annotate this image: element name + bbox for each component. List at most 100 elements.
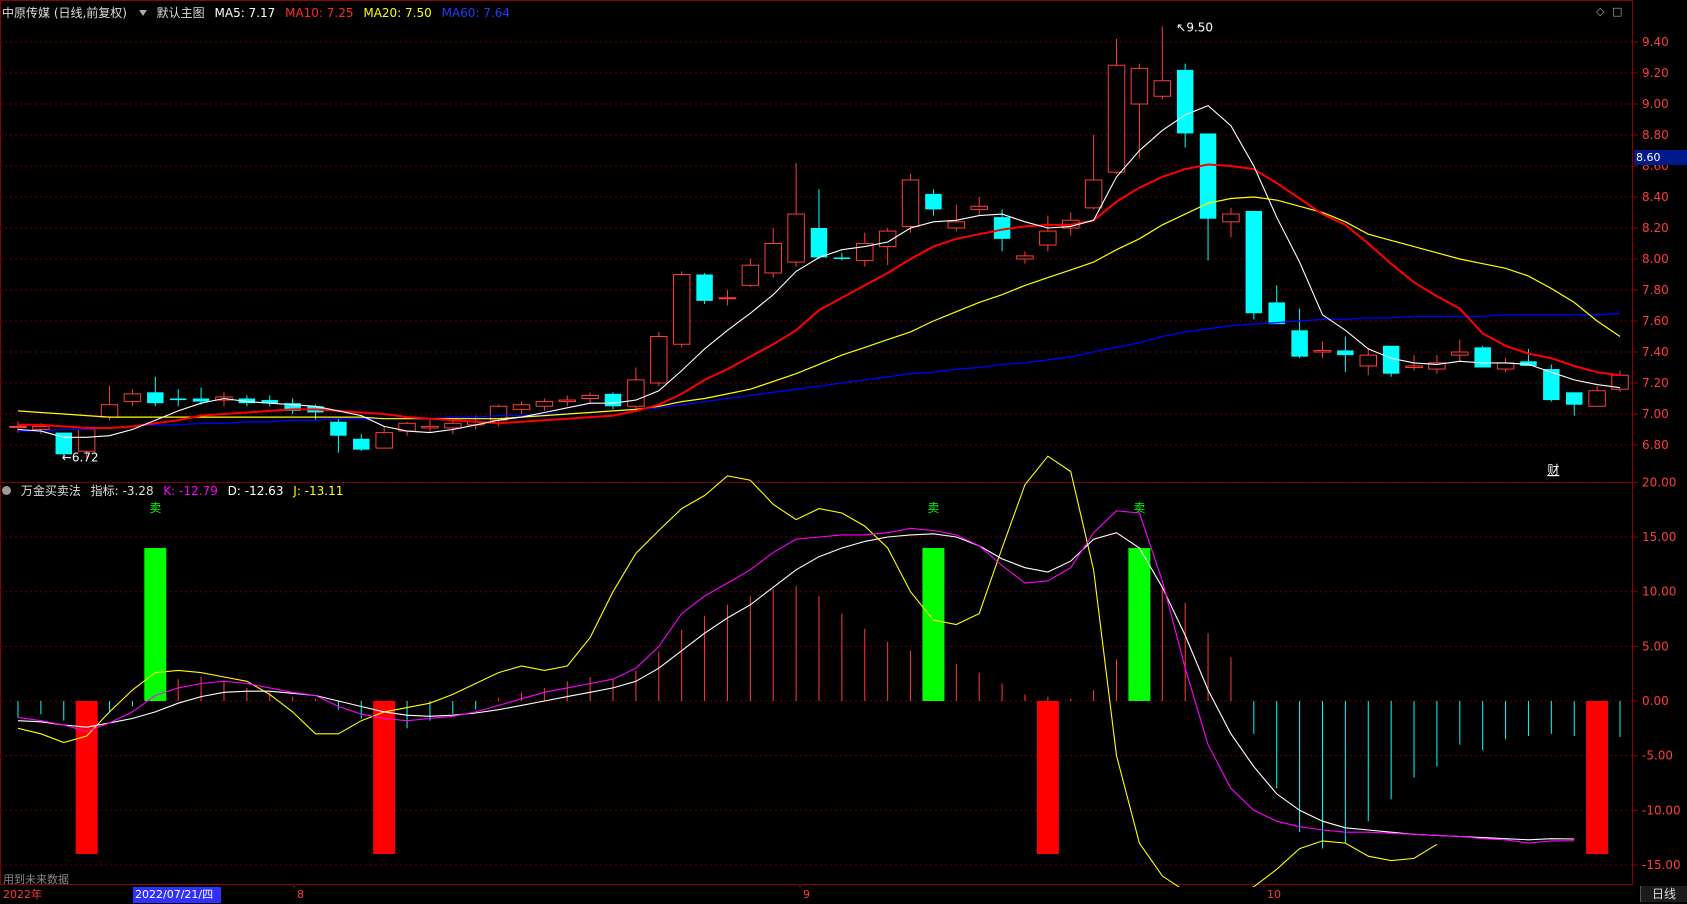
indicator-value: 指标: -3.28 (90, 484, 154, 498)
future-data-label: 用到未来数据 (3, 873, 69, 886)
ma60-line (18, 312, 1621, 432)
y-tick-label: 8.40 (1642, 190, 1669, 204)
dropdown-icon[interactable] (138, 10, 147, 16)
chart-frame (0, 0, 1633, 885)
candle-down (1268, 302, 1285, 325)
candle-up (77, 429, 96, 452)
candle-up (535, 401, 554, 407)
expand-icon[interactable]: □ (1612, 5, 1622, 18)
candle-up (1451, 351, 1469, 356)
candle-up (947, 221, 966, 229)
buy-signal-bar (1586, 701, 1609, 855)
month-label-9: 9 (803, 888, 810, 901)
y-tick-label: 8.80 (1642, 128, 1669, 142)
candle-up (1084, 179, 1103, 209)
candle-down (1291, 330, 1308, 357)
buy-signal-bar (1036, 701, 1059, 855)
y-tick-label: -15.00 (1642, 858, 1681, 872)
candle-up (1016, 255, 1034, 260)
y-tick-label: 9.20 (1642, 66, 1669, 80)
y-tick-label: 20.00 (1642, 475, 1676, 489)
y-tick-label: 9.00 (1642, 97, 1669, 111)
sell-label: 卖 (149, 501, 161, 515)
y-tick-label: 8.00 (1642, 252, 1669, 266)
candle-up (787, 213, 805, 263)
ma5-line (17, 104, 1621, 438)
ma60-value: MA60: 7.64 (441, 6, 511, 20)
y-tick-label: 7.40 (1642, 345, 1669, 359)
finance-marker: 财 (1547, 463, 1559, 477)
candle-down (1565, 392, 1583, 405)
y-tick-label: 5.00 (1642, 639, 1669, 653)
y-tick-label: 7.60 (1642, 314, 1669, 328)
candle-up (627, 379, 645, 407)
candle-up (1107, 64, 1126, 173)
period-button[interactable]: 日线 (1640, 886, 1687, 902)
indicator-name[interactable]: 默认主图 (157, 6, 205, 20)
date-axis (0, 887, 1687, 904)
month-label-10: 10 (1267, 888, 1281, 901)
y-tick-label: 7.80 (1642, 283, 1669, 297)
candle-up (444, 422, 462, 429)
candle-up (1313, 349, 1332, 353)
candle-down (1245, 210, 1263, 314)
month-label-8: 8 (297, 888, 304, 901)
y-tick-label: 10.00 (1642, 585, 1676, 599)
candle-down (604, 393, 622, 407)
candle-up (741, 264, 760, 286)
sub-chart-header: 万金买卖法 指标: -3.28 K: -12.79 D: -12.63 J: -… (2, 482, 349, 499)
candle-down (1337, 350, 1354, 356)
candle-down (147, 392, 164, 404)
stock-title[interactable]: 中原传媒 (日线,前复权) (2, 6, 127, 20)
ma20-value: MA20: 7.50 (363, 6, 432, 20)
diamond-icon[interactable]: ◇ (1596, 5, 1604, 18)
k-value: K: -12.79 (163, 484, 218, 498)
year-label: 2022年 (3, 888, 42, 901)
candle-up (672, 274, 691, 345)
y-tick-label: -5.00 (1642, 749, 1673, 763)
candle-down (192, 398, 210, 402)
chart-canvas: 9.409.209.008.808.608.408.208.007.807.60… (0, 0, 1681, 895)
candle-up (1039, 230, 1057, 246)
y-tick-label: -10.00 (1642, 803, 1681, 817)
sell-signal-bar (922, 547, 945, 701)
candle-up (581, 394, 599, 399)
ma10-value: MA10: 7.25 (285, 6, 354, 20)
current-price-tag: 8.60 (1634, 150, 1687, 165)
y-tick-label: 6.80 (1642, 438, 1669, 452)
candle-up (1359, 354, 1377, 367)
sell-signal-bar (1128, 547, 1151, 701)
d-value: D: -12.63 (227, 484, 284, 498)
candle-down (925, 193, 942, 210)
candle-up (32, 425, 50, 430)
indicator-toggle-icon[interactable] (2, 486, 11, 495)
candle-up (1222, 213, 1240, 223)
cursor-date: 2022/07/21/四 (133, 887, 221, 903)
candle-down (169, 398, 187, 401)
ma5-value: MA5: 7.17 (214, 6, 276, 20)
candle-up (512, 404, 531, 410)
sell-label: 卖 (927, 501, 939, 515)
candle-up (970, 205, 988, 210)
y-tick-label: 0.00 (1642, 694, 1669, 708)
candle-up (1405, 365, 1423, 369)
buy-signal-bar (75, 701, 98, 855)
candle-up (650, 336, 668, 384)
candle-up (375, 432, 393, 449)
candle-down (330, 421, 347, 436)
main-chart-header: 中原传媒 (日线,前复权) 默认主图 MA5: 7.17 MA10: 7.25 … (2, 4, 516, 21)
candle-up (1153, 80, 1172, 97)
candle-up (1130, 67, 1149, 105)
y-tick-label: 7.00 (1642, 407, 1669, 421)
candle-down (810, 228, 828, 258)
candle-up (123, 393, 142, 403)
y-tick-label: 7.20 (1642, 376, 1669, 390)
low-price-label: ←6.72 (62, 450, 99, 464)
y-tick-label: 9.40 (1642, 35, 1669, 49)
sub-title[interactable]: 万金买卖法 (21, 484, 81, 498)
y-tick-label: 15.00 (1642, 530, 1676, 544)
candle-down (833, 257, 851, 259)
j-value: J: -13.11 (293, 484, 344, 498)
candle-down (353, 438, 370, 450)
candle-up (9, 425, 27, 428)
